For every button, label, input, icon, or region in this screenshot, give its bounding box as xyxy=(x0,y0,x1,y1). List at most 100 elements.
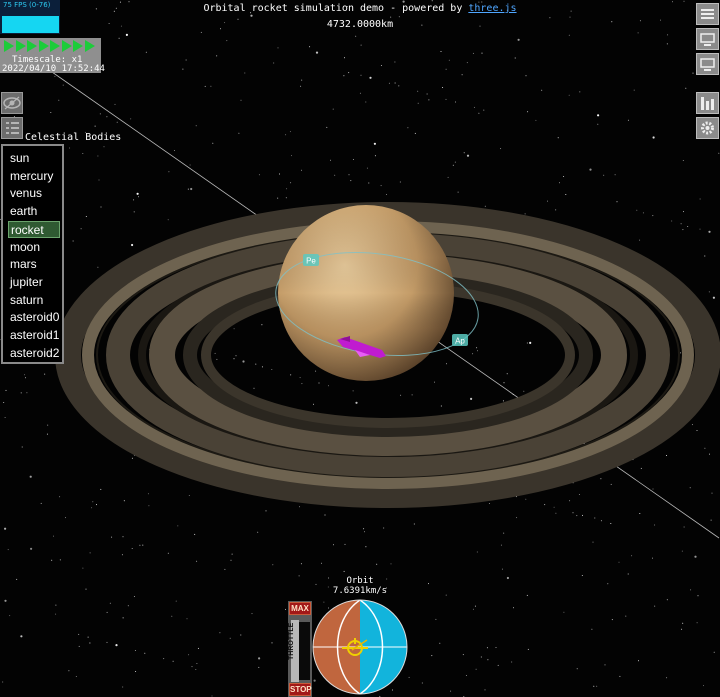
nav-mode-label[interactable]: Orbit xyxy=(0,576,720,586)
throttle-stop-button[interactable]: STOP xyxy=(289,683,312,696)
display-button-2[interactable] xyxy=(696,53,719,75)
star xyxy=(58,99,60,101)
star xyxy=(289,131,291,133)
star xyxy=(224,568,226,570)
star xyxy=(291,155,292,157)
star xyxy=(109,602,111,604)
star xyxy=(682,160,684,161)
star xyxy=(190,187,193,191)
body-list-item[interactable]: sun xyxy=(8,150,60,167)
star xyxy=(526,342,528,344)
star xyxy=(125,33,128,37)
eye-icon xyxy=(3,96,21,110)
throttle-max-button[interactable]: MAX xyxy=(289,602,311,615)
star xyxy=(343,75,345,77)
star xyxy=(553,506,555,508)
star xyxy=(301,79,303,81)
star xyxy=(466,154,470,157)
star xyxy=(683,526,685,528)
body-list-item[interactable]: mercury xyxy=(8,168,60,185)
toggle-visibility-button[interactable] xyxy=(1,92,23,114)
star xyxy=(363,528,365,530)
star xyxy=(321,562,322,564)
settings-button[interactable] xyxy=(696,117,719,139)
fps-monitor[interactable]: 75 FPS (0-76) xyxy=(0,0,60,34)
body-list-item[interactable]: venus xyxy=(8,185,60,202)
star xyxy=(544,504,546,506)
star xyxy=(238,132,240,134)
throttle-slider[interactable] xyxy=(299,622,310,680)
timescale-play-button[interactable] xyxy=(27,40,37,52)
body-list-item[interactable]: moon xyxy=(8,239,60,256)
star xyxy=(216,55,218,57)
timescale-play-button[interactable] xyxy=(73,40,83,52)
star xyxy=(68,670,70,672)
star xyxy=(210,85,212,87)
star xyxy=(9,615,11,617)
star xyxy=(7,549,9,551)
timescale-play-button[interactable] xyxy=(38,40,49,52)
timescale-play-button[interactable] xyxy=(84,40,95,52)
timescale-play-button[interactable] xyxy=(4,40,14,52)
star xyxy=(122,617,124,619)
body-list-item[interactable]: asteroid0 xyxy=(8,309,60,326)
star xyxy=(189,164,191,166)
star xyxy=(82,153,84,154)
body-list-item[interactable]: asteroid2 xyxy=(8,345,60,362)
star xyxy=(708,230,711,233)
body-list-item[interactable]: rocket xyxy=(8,220,60,238)
star xyxy=(704,255,706,257)
body-list-item[interactable]: jupiter xyxy=(8,274,60,291)
star xyxy=(26,392,28,394)
star xyxy=(216,358,218,360)
star xyxy=(136,192,139,195)
menu-button[interactable] xyxy=(696,3,719,25)
star xyxy=(461,74,463,76)
camera-distance: 4732.0000km xyxy=(326,19,394,30)
timescale-play-button[interactable] xyxy=(15,40,26,52)
star xyxy=(497,664,499,666)
star xyxy=(638,660,639,662)
star xyxy=(484,689,486,691)
star xyxy=(618,561,620,563)
star xyxy=(145,51,147,53)
star xyxy=(168,171,170,173)
navball[interactable] xyxy=(312,599,408,695)
body-list-item[interactable]: asteroid1 xyxy=(8,327,60,344)
star xyxy=(591,628,593,630)
star xyxy=(476,347,478,349)
star xyxy=(592,541,594,543)
star xyxy=(122,686,124,688)
star xyxy=(313,403,314,405)
periapsis-marker[interactable]: Pe xyxy=(303,254,319,266)
star xyxy=(487,659,489,661)
star xyxy=(257,531,259,533)
star xyxy=(434,381,435,383)
star xyxy=(691,424,693,426)
star xyxy=(718,152,720,154)
gear-icon xyxy=(701,121,714,135)
star xyxy=(594,517,596,519)
star xyxy=(452,164,454,166)
timescale-play-button[interactable] xyxy=(61,40,72,52)
star xyxy=(352,390,354,392)
star xyxy=(448,59,450,61)
star xyxy=(360,74,362,76)
apoapsis-marker[interactable]: Ap xyxy=(452,334,468,346)
body-list-item[interactable]: saturn xyxy=(8,292,60,309)
star xyxy=(440,405,442,407)
star xyxy=(474,605,476,607)
threejs-link[interactable]: three.js xyxy=(468,3,516,14)
body-list-item[interactable]: mars xyxy=(8,256,60,273)
timescale-play-button[interactable] xyxy=(50,40,60,52)
display-button-1[interactable] xyxy=(696,28,719,50)
star xyxy=(500,544,502,546)
body-list-item[interactable]: earth xyxy=(8,203,60,220)
star xyxy=(301,383,303,385)
star xyxy=(122,536,124,538)
star xyxy=(200,31,202,33)
stats-button[interactable] xyxy=(696,92,719,114)
star xyxy=(172,660,174,662)
body-list-button[interactable] xyxy=(1,117,23,139)
star xyxy=(4,417,6,418)
